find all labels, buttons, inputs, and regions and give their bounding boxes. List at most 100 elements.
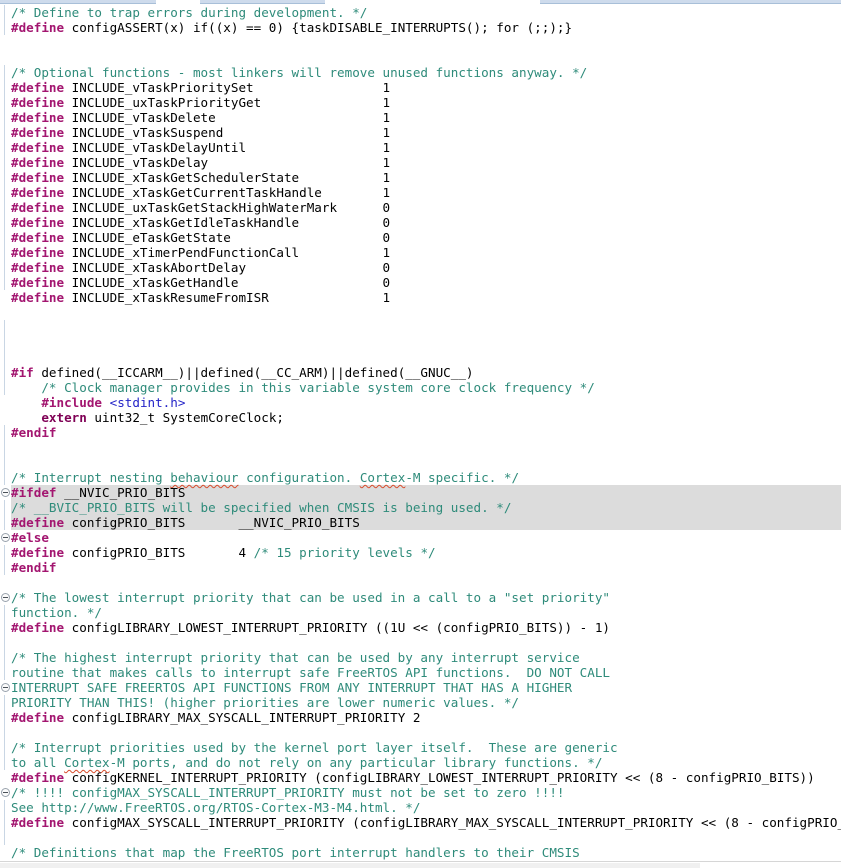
code-line[interactable]: #define INCLUDE_vTaskSuspend 1 (11, 125, 841, 140)
code-line[interactable]: #define INCLUDE_xTimerPendFunctionCall 1 (11, 245, 841, 260)
code-token-cm: PRIORITY THAN THIS! (higher priorities a… (11, 695, 519, 710)
code-line[interactable]: #define INCLUDE_xTaskGetIdleTaskHandle 0 (11, 215, 841, 230)
code-line[interactable] (11, 335, 841, 350)
code-line[interactable]: #define INCLUDE_eTaskGetState 0 (11, 230, 841, 245)
tab-stub-right[interactable] (540, 0, 841, 4)
tab-stub-middle[interactable] (200, 0, 325, 4)
code-token-pp: #define (11, 200, 65, 215)
code-line[interactable] (11, 455, 841, 470)
code-fold-collapse-icon[interactable] (1, 533, 10, 542)
code-line[interactable]: PRIORITY THAN THIS! (higher priorities a… (11, 695, 841, 710)
code-line[interactable] (11, 50, 841, 65)
code-line[interactable]: #else (11, 530, 841, 545)
code-token-pl: INCLUDE_eTaskGetState 0 (64, 230, 391, 245)
code-line[interactable]: #endif (11, 425, 841, 440)
code-token-pl: INCLUDE_vTaskSuspend 1 (64, 125, 391, 140)
code-line[interactable]: #define configKERNEL_INTERRUPT_PRIORITY … (11, 770, 841, 785)
code-line[interactable]: routine that makes calls to interrupt sa… (11, 665, 841, 680)
tab-stub-left[interactable] (0, 0, 156, 4)
code-line[interactable]: to all Cortex-M ports, and do not rely o… (11, 755, 841, 770)
code-line[interactable]: #define INCLUDE_xTaskResumeFromISR 1 (11, 290, 841, 305)
code-token-cm: function. */ (11, 605, 102, 620)
code-line[interactable]: extern uint32_t SystemCoreClock; (11, 410, 841, 425)
code-line[interactable]: #define INCLUDE_vTaskDelay 1 (11, 155, 841, 170)
code-line[interactable]: #define configPRIO_BITS 4 /* 15 priority… (11, 545, 841, 560)
code-line[interactable]: /* Define to trap errors during developm… (11, 5, 841, 20)
gutter-line-tick (4, 350, 5, 365)
code-token-cm: configuration. (238, 470, 360, 485)
code-line[interactable]: #if defined(__ICCARM__)||defined(__CC_AR… (11, 365, 841, 380)
code-line[interactable]: #define INCLUDE_uxTaskPriorityGet 1 (11, 95, 841, 110)
code-line[interactable]: standard names. */ (11, 860, 841, 861)
code-token-pp: #define (11, 125, 65, 140)
code-line[interactable]: #ifdef __NVIC_PRIO_BITS (11, 485, 841, 500)
code-token-pl: __NVIC_PRIO_BITS (56, 485, 186, 500)
code-line[interactable]: #define configPRIO_BITS __NVIC_PRIO_BITS (11, 515, 841, 530)
horizontal-scrollbar-thumb[interactable] (0, 863, 700, 868)
code-line[interactable]: /* Interrupt nesting behaviour configura… (11, 470, 841, 485)
code-token-pp: #define (11, 110, 65, 125)
code-line[interactable] (11, 725, 841, 740)
code-token-pl: INCLUDE_vTaskDelete 1 (64, 110, 391, 125)
gutter-line-tick (4, 800, 5, 815)
code-line[interactable] (11, 440, 841, 455)
gutter-line-tick (4, 260, 5, 275)
code-token-cm: INTERRUPT SAFE FREERTOS API FUNCTIONS FR… (11, 680, 573, 695)
code-line[interactable]: #define INCLUDE_vTaskPrioritySet 1 (11, 80, 841, 95)
code-line[interactable]: /* !!!! configMAX_SYSCALL_INTERRUPT_PRIO… (11, 785, 841, 800)
code-line[interactable] (11, 575, 841, 590)
code-line[interactable] (11, 635, 841, 650)
code-token-pp: #define (11, 245, 65, 260)
code-line[interactable]: /* Optional functions - most linkers wil… (11, 65, 841, 80)
code-line[interactable]: /* The highest interrupt priority that c… (11, 650, 841, 665)
code-line[interactable]: #define configLIBRARY_LOWEST_INTERRUPT_P… (11, 620, 841, 635)
code-line[interactable]: #define INCLUDE_xTaskGetCurrentTaskHandl… (11, 185, 841, 200)
code-line[interactable]: #define configMAX_SYSCALL_INTERRUPT_PRIO… (11, 815, 841, 830)
code-line[interactable]: #define INCLUDE_vTaskDelayUntil 1 (11, 140, 841, 155)
code-line[interactable]: #include <stdint.h> (11, 395, 841, 410)
code-line[interactable]: #define INCLUDE_xTaskGetSchedulerState 1 (11, 170, 841, 185)
gutter-line-tick (4, 125, 5, 140)
code-token-pp: #define (11, 80, 65, 95)
code-line[interactable]: #define configLIBRARY_MAX_SYSCALL_INTERR… (11, 710, 841, 725)
code-line[interactable]: #define configASSERT(x) if((x) == 0) {ta… (11, 20, 841, 35)
gutter-line-tick (4, 650, 5, 665)
code-line[interactable]: #define INCLUDE_vTaskDelete 1 (11, 110, 841, 125)
gutter-line-tick (4, 440, 5, 455)
code-fold-collapse-icon[interactable] (1, 488, 10, 497)
code-line[interactable]: See http://www.FreeRTOS.org/RTOS-Cortex-… (11, 800, 841, 815)
code-token-pp: #define (11, 710, 65, 725)
code-token-pl: configKERNEL_INTERRUPT_PRIORITY (configL… (64, 770, 815, 785)
source-code-text[interactable]: /* Define to trap errors during developm… (11, 5, 841, 861)
spellcheck-word: behaviour (170, 470, 239, 485)
code-line[interactable]: /* The lowest interrupt priority that ca… (11, 590, 841, 605)
gutter-line-tick (4, 755, 5, 770)
gutter-line-tick (4, 275, 5, 290)
code-token-cm: routine that makes calls to interrupt sa… (11, 665, 610, 680)
code-line[interactable]: #define INCLUDE_xTaskAbortDelay 0 (11, 260, 841, 275)
code-line[interactable] (11, 830, 841, 845)
gutter-line-tick (4, 185, 5, 200)
code-editor-viewport[interactable]: /* Define to trap errors during developm… (0, 5, 841, 861)
code-line[interactable]: #define INCLUDE_xTaskGetHandle 0 (11, 275, 841, 290)
code-line[interactable] (11, 350, 841, 365)
code-line[interactable] (11, 305, 841, 320)
code-fold-collapse-icon[interactable] (1, 788, 10, 797)
code-line[interactable]: /* Definitions that map the FreeRTOS por… (11, 845, 841, 860)
code-fold-collapse-icon[interactable] (1, 593, 10, 602)
code-line[interactable]: /* Interrupt priorities used by the kern… (11, 740, 841, 755)
code-line[interactable]: #define INCLUDE_uxTaskGetStackHighWaterM… (11, 200, 841, 215)
code-line[interactable]: INTERRUPT SAFE FREERTOS API FUNCTIONS FR… (11, 680, 841, 695)
code-line[interactable]: /* __BVIC_PRIO_BITS will be specified wh… (11, 500, 841, 515)
gutter-line-tick (4, 140, 5, 155)
code-line[interactable]: /* Clock manager provides in this variab… (11, 380, 841, 395)
gutter-line-tick (4, 170, 5, 185)
code-token-pp: #define (11, 230, 65, 245)
code-line[interactable]: function. */ (11, 605, 841, 620)
code-line[interactable] (11, 320, 841, 335)
code-fold-collapse-icon[interactable] (1, 683, 10, 692)
code-line[interactable] (11, 35, 841, 50)
horizontal-scrollbar[interactable] (0, 861, 841, 868)
code-line[interactable]: #endif (11, 560, 841, 575)
